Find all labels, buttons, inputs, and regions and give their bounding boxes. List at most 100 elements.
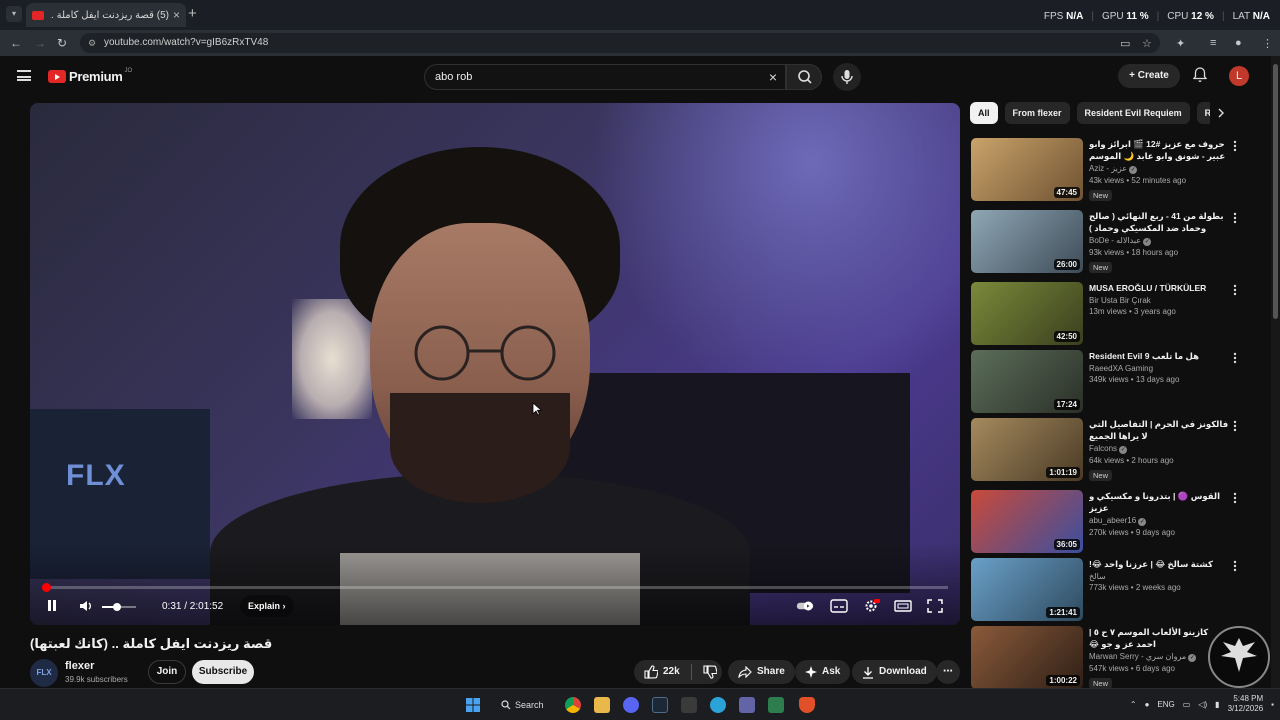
- settings-gear-icon[interactable]: [862, 599, 880, 613]
- video-thumbnail[interactable]: 47:45: [971, 138, 1083, 201]
- subscribe-button[interactable]: Subscribe: [192, 660, 254, 684]
- related-video-channel[interactable]: سالخ: [1089, 572, 1229, 581]
- voice-search-button[interactable]: [833, 63, 861, 91]
- profile-icon[interactable]: ●: [1235, 37, 1242, 49]
- more-vertical-icon[interactable]: [1233, 212, 1237, 224]
- related-video-title[interactable]: حروف مع عزيز #12 🎬 ابرائز وابو عبير - شو…: [1089, 138, 1229, 162]
- file-explorer-icon[interactable]: [594, 697, 610, 713]
- ask-button[interactable]: Ask: [795, 660, 851, 684]
- chevron-right-icon[interactable]: [1216, 108, 1226, 118]
- extensions-icon[interactable]: ✦: [1176, 37, 1185, 50]
- related-video-title[interactable]: كشتة سالخ 😂 | عرزنا واحد 😂!: [1089, 558, 1229, 570]
- search-button[interactable]: [786, 64, 822, 90]
- page-scrollbar[interactable]: [1271, 56, 1280, 688]
- browser-tab-active[interactable]: (5) قصة ريزدنت ايفل كاملة .. ×: [26, 3, 186, 27]
- thumbs-down-icon[interactable]: [703, 665, 717, 679]
- related-video-item[interactable]: 1:21:41 كشتة سالخ 😂 | عرزنا واحد 😂! سالخ 77…: [971, 558, 1251, 622]
- media-controls-icon[interactable]: ≡: [1210, 37, 1216, 49]
- teams-icon[interactable]: [739, 697, 755, 713]
- related-video-item[interactable]: 47:45 حروف مع عزيز #12 🎬 ابرائز وابو عبير…: [971, 138, 1251, 202]
- app-icon-green[interactable]: [768, 697, 784, 713]
- related-video-title[interactable]: MUSA EROĞLU / TÜRKÜLER: [1089, 282, 1229, 294]
- url-field[interactable]: ⚙ youtube.com/watch?v=gIB6zRxTV48: [80, 33, 1160, 53]
- more-vertical-icon[interactable]: [1233, 492, 1237, 504]
- chip-topic[interactable]: Resident Evil Requiem: [1076, 102, 1190, 124]
- tab-close-icon[interactable]: ×: [173, 8, 180, 22]
- related-video-item[interactable]: 26:00 بطولة من 41 - ربع النهائي ( صالح وح…: [971, 210, 1251, 274]
- system-clock[interactable]: 5:48 PM 3/12/2026: [1228, 694, 1264, 714]
- explain-button[interactable]: Explain ›: [240, 595, 294, 617]
- video-thumbnail[interactable]: 42:50: [971, 282, 1083, 345]
- brave-browser-icon[interactable]: [799, 697, 815, 713]
- steam-icon[interactable]: [652, 697, 668, 713]
- language-indicator[interactable]: ENG: [1157, 700, 1174, 709]
- youtube-premium-logo[interactable]: Premium JO: [48, 68, 132, 84]
- guide-menu-icon[interactable]: [17, 70, 31, 81]
- download-button[interactable]: Download: [852, 660, 937, 684]
- volume-slider[interactable]: [102, 603, 136, 611]
- more-vertical-icon[interactable]: [1233, 420, 1237, 432]
- tab-search-icon[interactable]: ▾: [6, 6, 22, 22]
- new-tab-icon[interactable]: +: [188, 5, 197, 22]
- progress-bar[interactable]: [41, 583, 948, 592]
- site-info-icon[interactable]: ⚙: [88, 33, 96, 53]
- app-icon[interactable]: [681, 697, 697, 713]
- scrollbar-thumb[interactable]: [1273, 64, 1278, 319]
- back-icon[interactable]: ←: [10, 36, 22, 50]
- notification-icon[interactable]: ▪: [1271, 700, 1274, 709]
- chip-all[interactable]: All: [970, 102, 998, 124]
- more-vertical-icon[interactable]: [1233, 560, 1237, 572]
- windows-start-icon[interactable]: [465, 697, 481, 713]
- volume-icon[interactable]: [78, 598, 94, 614]
- channel-name[interactable]: flexer: [65, 660, 94, 672]
- reload-icon[interactable]: ↻: [57, 36, 67, 50]
- related-video-item[interactable]: 42:50 MUSA EROĞLU / TÜRKÜLER Bir Usta Bir …: [971, 282, 1251, 346]
- theater-mode-icon[interactable]: [894, 599, 912, 613]
- related-video-title[interactable]: Resident Evil 9 هل ما تلعب: [1089, 350, 1229, 362]
- more-vertical-icon[interactable]: [1233, 140, 1237, 152]
- more-vertical-icon[interactable]: [1233, 352, 1237, 364]
- related-video-channel[interactable]: Aziz - عزيز ✓: [1089, 164, 1229, 174]
- video-thumbnail[interactable]: 1:01:19: [971, 418, 1083, 481]
- related-video-item[interactable]: 17:24 Resident Evil 9 هل ما تلعب RaeedXA G…: [971, 350, 1251, 414]
- thumbs-up-icon[interactable]: [644, 665, 658, 679]
- related-video-title[interactable]: القوس 🟣 | بتدرونا و مكسيكي و عزيز: [1089, 490, 1229, 514]
- related-video-title[interactable]: بطولة من 41 - ربع النهائي ( صالح وحماد ض…: [1089, 210, 1229, 234]
- related-video-channel[interactable]: RaeedXA Gaming: [1089, 364, 1229, 373]
- subtitles-icon[interactable]: [830, 599, 848, 613]
- related-video-item[interactable]: 1:01:19 فالكونز في الحرم | التفاصيل التي …: [971, 418, 1251, 482]
- more-actions-button[interactable]: ⋯: [936, 660, 960, 684]
- battery-icon[interactable]: ▮: [1215, 700, 1219, 709]
- fullscreen-icon[interactable]: [926, 599, 944, 613]
- like-count[interactable]: 22k: [663, 660, 680, 684]
- video-player[interactable]: FLX 0:31 / 2:01:52 Explain ›: [30, 103, 960, 625]
- bookmark-star-icon[interactable]: ☆: [1142, 37, 1152, 50]
- account-avatar[interactable]: L: [1229, 66, 1249, 86]
- join-button[interactable]: Join: [148, 660, 186, 684]
- taskbar-search[interactable]: Search: [497, 696, 549, 714]
- telegram-icon[interactable]: [710, 697, 726, 713]
- notifications-bell-icon[interactable]: [1193, 67, 1207, 83]
- video-thumbnail[interactable]: 1:00:22: [971, 626, 1083, 688]
- related-video-title[interactable]: فالكونز في الحرم | التفاصيل التي لا يراه…: [1089, 418, 1229, 442]
- video-thumbnail[interactable]: 26:00: [971, 210, 1083, 273]
- channel-avatar[interactable]: FLX: [30, 659, 58, 687]
- speaker-icon[interactable]: ◁): [1198, 700, 1207, 709]
- browser-menu-icon[interactable]: ⋮: [1262, 37, 1273, 50]
- video-thumbnail[interactable]: 17:24: [971, 350, 1083, 413]
- chrome-icon[interactable]: [565, 697, 581, 713]
- clear-search-icon[interactable]: ×: [769, 65, 777, 89]
- chip-from-channel[interactable]: From flexer: [1004, 102, 1070, 124]
- create-button[interactable]: + Create: [1118, 64, 1180, 88]
- more-vertical-icon[interactable]: [1233, 284, 1237, 296]
- video-thumbnail[interactable]: 36:05: [971, 490, 1083, 553]
- related-video-channel[interactable]: Bir Usta Bir Çırak: [1089, 296, 1229, 305]
- search-input[interactable]: abo rob ×: [424, 64, 786, 90]
- related-video-channel[interactable]: abu_abeer16 ✓: [1089, 516, 1229, 526]
- forward-icon[interactable]: →: [34, 36, 46, 50]
- related-video-channel[interactable]: BoDe - عبدالاله ✓: [1089, 236, 1229, 246]
- progress-scrubber[interactable]: [41, 583, 51, 592]
- network-icon[interactable]: ▭: [1183, 700, 1191, 709]
- microphone-tray-icon[interactable]: ●: [1145, 700, 1150, 709]
- related-video-item[interactable]: 36:05 القوس 🟣 | بتدرونا و مكسيكي و عزيز ab…: [971, 490, 1251, 554]
